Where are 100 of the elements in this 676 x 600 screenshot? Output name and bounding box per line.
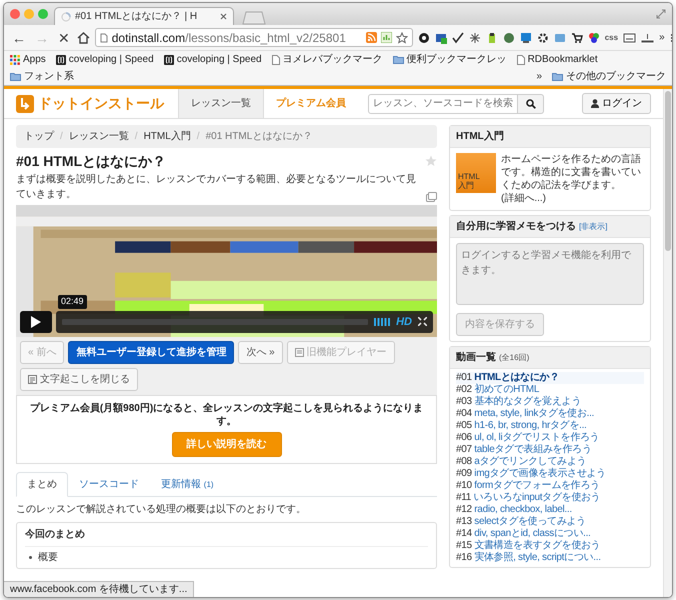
extension-icon[interactable]: css: [604, 32, 618, 44]
video-link[interactable]: #14 div, spanとid, classについ...: [456, 528, 644, 540]
hd-toggle[interactable]: HD: [396, 314, 412, 330]
popup-icon[interactable]: [426, 192, 437, 202]
bookmark-link[interactable]: RDBookmarklet: [516, 52, 598, 67]
extension-icon[interactable]: [452, 32, 464, 44]
overflow-button[interactable]: »: [536, 69, 542, 84]
scrollbar-thumb[interactable]: [665, 91, 671, 251]
play-icon: [31, 316, 41, 328]
video-link[interactable]: #02 初めてのHTML: [456, 384, 644, 396]
site-icon: [56, 54, 66, 64]
premium-message: プレミアム会員(月額980円)になると、全レッスンの文字起こしを見られるようになります。: [28, 402, 424, 428]
extension-icon[interactable]: [641, 32, 654, 42]
extension-icon[interactable]: [588, 32, 600, 44]
video-count: (全16回): [499, 352, 530, 364]
extension-icon[interactable]: [570, 32, 583, 44]
summary-intro: このレッスンで解説されている処理の概要は以下のとおりです。: [16, 502, 307, 517]
overflow-button[interactable]: »: [659, 30, 665, 45]
video-link[interactable]: #06 ul, ol, liタグでリストを作ろう: [456, 432, 644, 444]
video-link[interactable]: #09 imgタグで画像を表示させよう: [456, 468, 644, 480]
bookmark-star-icon[interactable]: [396, 32, 408, 44]
lesson-tab[interactable]: ソースコード: [68, 472, 150, 497]
bookmark-link[interactable]: ヨメレバブックマーク: [272, 52, 383, 67]
document-icon: [28, 374, 37, 384]
extension-icon[interactable]: [623, 32, 636, 42]
close-icon[interactable]: [220, 13, 227, 20]
search-field[interactable]: レッスン、ソースコードを検索: [368, 94, 518, 114]
lesson-tab[interactable]: 更新情報 (1): [150, 472, 225, 497]
details-link[interactable]: (詳細へ...): [501, 193, 546, 204]
lesson-button[interactable]: 無料ユーザー登録して進捗を管理: [68, 340, 234, 364]
site-icon: [164, 54, 174, 64]
home-icon[interactable]: [76, 32, 90, 44]
course-description: ホームページを作るための言語です。構造的に文書を書いていくための記法を学びます。 (詳細へ...): [501, 153, 642, 205]
folder-icon: [552, 72, 563, 81]
video-link[interactable]: #01 HTMLとはなにか？: [456, 372, 644, 384]
panel-title: HTML入門: [450, 126, 650, 148]
breadcrumb-separator: /: [196, 130, 200, 144]
video-link[interactable]: #16 実体参照, style, scriptについ...: [456, 552, 644, 564]
extension-icon[interactable]: [418, 32, 430, 44]
nav-link[interactable]: レッスン一覧: [178, 89, 264, 118]
video-link[interactable]: #13 selectタグを使ってみよう: [456, 516, 644, 528]
course-thumbnail[interactable]: HTML 入門: [456, 153, 496, 193]
panel-title: 自分用に学習メモをつける: [456, 220, 576, 234]
search-icon: [526, 98, 536, 108]
nav-button[interactable]: ✕: [56, 30, 72, 44]
page-icon: [100, 32, 108, 42]
volume-icon[interactable]: [374, 318, 390, 326]
summary-title: 今回のまとめ: [25, 522, 428, 547]
video-link[interactable]: #08 aタグでリンクしてみよう: [456, 456, 644, 468]
breadcrumb-separator: /: [60, 130, 63, 144]
browser-tab[interactable]: #01 HTMLとはなにか？ | H: [54, 7, 234, 25]
bookmark-link[interactable]: coveloping | Speed: [56, 52, 154, 67]
bookmark-link[interactable]: フォント系: [10, 69, 74, 84]
breadcrumb-link[interactable]: HTML入門: [144, 129, 191, 144]
breadcrumb-current: #01 HTMLとはなにか？: [206, 130, 312, 144]
video-link[interactable]: #12 radio, checkbox, label...: [456, 504, 644, 516]
panel-title: 動画一覧: [456, 350, 496, 365]
lesson-button[interactable]: 次へ »: [238, 340, 283, 364]
bullet-icon: [29, 556, 32, 559]
video-link[interactable]: #07 tableタグで表組みを作ろう: [456, 444, 644, 456]
loading-spinner-icon: [61, 12, 71, 22]
video-link[interactable]: #05 h1-6, br, strong, hrタグを...: [456, 420, 644, 432]
apps-icon: [10, 54, 20, 64]
lesson-title: #01 HTMLとはなにか？: [16, 153, 166, 170]
summary-item: 概要: [38, 550, 58, 565]
logo-icon[interactable]: [16, 94, 34, 112]
video-link[interactable]: #15 文書構造を表すタグを使おう: [456, 540, 644, 552]
breadcrumb-link[interactable]: トップ: [24, 129, 54, 144]
star-icon[interactable]: [425, 155, 437, 168]
rss-icon[interactable]: [366, 32, 377, 43]
login-button[interactable]: ログイン: [582, 93, 651, 114]
folder-icon: [392, 55, 404, 64]
time-tooltip: 02:49: [58, 295, 87, 309]
breadcrumb-link[interactable]: レッスン一覧: [68, 129, 129, 144]
status-bar: www.facebook.com を待機しています...: [4, 581, 194, 597]
lesson-tab[interactable]: まとめ: [16, 472, 68, 497]
video-link[interactable]: #04 meta, style, linkタグを使お...: [456, 408, 644, 420]
bookmark-link[interactable]: coveloping | Speed: [164, 52, 262, 67]
bookmark-link[interactable]: Apps: [10, 52, 46, 67]
bookmark-link[interactable]: 便利ブックマークレッ: [392, 52, 507, 67]
extension-icon[interactable]: [468, 32, 481, 44]
lesson-description: まずは概要を説明したあとに、レッスンでカバーする範囲、必要となるツールについて見ていきます。: [16, 172, 417, 202]
video-link[interactable]: #03 基本的なタグを覚えよう: [456, 396, 644, 408]
address-field[interactable]: dotinstall.com/lessons/basic_html_v2/25801: [94, 28, 413, 47]
user-icon: [591, 99, 599, 108]
video-link[interactable]: #10 formタグでフォームを作ろう: [456, 480, 644, 492]
play-button[interactable]: [20, 310, 52, 333]
bookmark-folder[interactable]: その他のブックマーク: [552, 69, 666, 84]
video-link[interactable]: #11 いろいろなinputタグを使おう: [456, 492, 644, 504]
breadcrumb-separator: /: [134, 130, 138, 144]
nav-button[interactable]: ←: [10, 30, 28, 44]
search-button[interactable]: [518, 94, 544, 114]
page-icon: [516, 54, 525, 64]
page-icon: [272, 54, 280, 64]
folder-icon: [10, 72, 21, 81]
extension-icon[interactable]: [520, 32, 532, 44]
progress-track[interactable]: [62, 318, 368, 325]
extension-icon[interactable]: [536, 32, 549, 44]
lesson-button[interactable]: 文字起こしを閉じる: [20, 368, 138, 391]
player-icon: [294, 348, 304, 357]
